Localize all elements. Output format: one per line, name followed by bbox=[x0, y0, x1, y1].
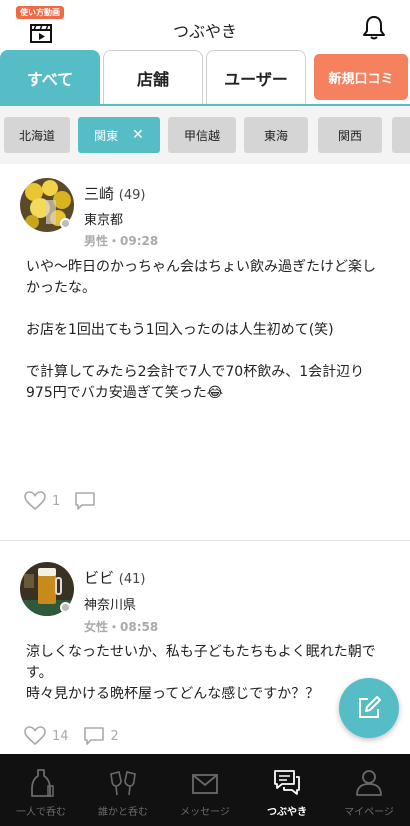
nav-messages[interactable]: メッセージ bbox=[164, 754, 246, 826]
nav-mypage[interactable]: マイページ bbox=[328, 754, 410, 826]
nav-label: マイページ bbox=[344, 807, 394, 818]
tab-all[interactable]: すべて bbox=[0, 50, 100, 104]
user-name-text: 三崎 bbox=[84, 185, 115, 203]
region-chip-tokai[interactable]: 東海 bbox=[244, 117, 308, 153]
nav-label: メッセージ bbox=[180, 807, 230, 818]
sake-icon bbox=[31, 769, 54, 797]
new-review-button[interactable]: 新規口コミ bbox=[314, 54, 408, 100]
bell-icon[interactable] bbox=[362, 15, 386, 41]
user-name[interactable]: ビビ (41) bbox=[84, 567, 145, 588]
heart-icon[interactable] bbox=[24, 491, 46, 511]
nav-drink-alone[interactable]: 一人で呑む bbox=[0, 754, 82, 826]
post-body: いや〜昨日のかっちゃん会はちょい飲み過ぎたけど楽しかったな。 お店を1回出てもう… bbox=[26, 259, 376, 401]
nav-label: 誰かと呑む bbox=[98, 807, 148, 818]
close-icon[interactable]: ✕ bbox=[132, 127, 144, 143]
like-count: 14 bbox=[52, 728, 69, 744]
post-meta: 女性・08:58 bbox=[84, 620, 159, 634]
region-chip-label: 東海 bbox=[263, 128, 288, 143]
region-filter: 北海道 関東 ✕ 甲信越 東海 関西 bbox=[0, 106, 410, 164]
user-icon bbox=[356, 770, 382, 796]
user-name-text: ビビ bbox=[84, 569, 115, 587]
compose-button[interactable] bbox=[339, 678, 399, 738]
region-chip-more[interactable] bbox=[392, 117, 410, 153]
app-header: 使い方動画 つぶやき bbox=[0, 0, 410, 50]
comment-icon[interactable] bbox=[74, 491, 96, 511]
region-chip-label: 甲信越 bbox=[183, 128, 220, 143]
nav-label: つぶやき bbox=[267, 807, 307, 818]
region-chip-kansai[interactable]: 関西 bbox=[318, 117, 382, 153]
nav-drink-together[interactable]: 誰かと呑む bbox=[82, 754, 164, 826]
region-chip-hokkaido[interactable]: 北海道 bbox=[4, 117, 70, 153]
like-count: 1 bbox=[52, 493, 61, 509]
heart-icon[interactable] bbox=[24, 726, 46, 746]
post-body: 涼しくなったせいか、私も子どもたちもよく眠れた朝です。 時々見かける晩杯屋ってど… bbox=[26, 644, 376, 702]
post-actions: 14 2 bbox=[24, 725, 133, 747]
post-meta: 男性・09:28 bbox=[84, 234, 159, 248]
post-actions: 1 bbox=[24, 490, 116, 512]
envelope-icon bbox=[192, 774, 218, 794]
region-chip-label: 北海道 bbox=[18, 128, 55, 143]
tab-bar: すべて 店舗 ユーザー 新規口コミ bbox=[0, 50, 410, 104]
user-prefecture: 東京都 bbox=[84, 213, 124, 228]
comment-icon[interactable] bbox=[83, 726, 105, 746]
region-chip-label: 関東 bbox=[94, 128, 119, 143]
online-status-dot bbox=[60, 218, 71, 229]
region-chip-kanto[interactable]: 関東 ✕ bbox=[78, 117, 160, 153]
bottom-nav: 一人で呑む 誰かと呑む メッセージ つぶやき マイページ bbox=[0, 754, 410, 826]
edit-icon bbox=[359, 696, 381, 718]
tab-user[interactable]: ユーザー bbox=[206, 50, 306, 104]
nav-label: 一人で呑む bbox=[16, 807, 66, 818]
tab-shop[interactable]: 店舗 bbox=[103, 50, 203, 104]
user-age: (41) bbox=[118, 572, 146, 587]
user-name[interactable]: 三崎 (49) bbox=[84, 183, 145, 204]
online-status-dot bbox=[60, 602, 71, 613]
region-chip-label: 関西 bbox=[337, 128, 362, 143]
post-card[interactable]: 三崎 (49) 東京都 男性・09:28 いや〜昨日のかっちゃん会はちょい飲み過… bbox=[0, 164, 410, 540]
comment-count: 2 bbox=[110, 728, 119, 744]
cheers-icon bbox=[110, 771, 136, 796]
page-title: つぶやき bbox=[172, 22, 237, 41]
user-prefecture: 神奈川県 bbox=[84, 598, 137, 613]
nav-tweets[interactable]: つぶやき bbox=[246, 754, 328, 826]
region-chip-koshinetsu[interactable]: 甲信越 bbox=[168, 117, 236, 153]
user-age: (49) bbox=[118, 188, 146, 203]
chat-bubbles-icon bbox=[274, 770, 300, 795]
